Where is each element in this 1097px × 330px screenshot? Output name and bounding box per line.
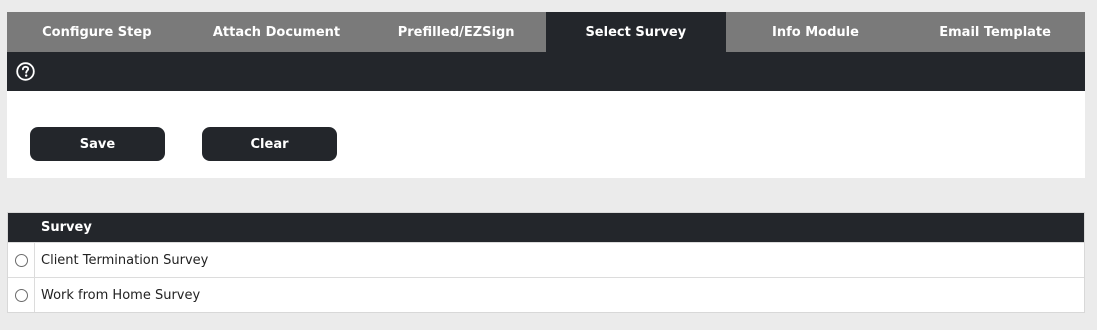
select-column-header [8, 213, 35, 242]
survey-table: Survey Client Termination Survey Work fr… [7, 212, 1085, 313]
tab-prefilled-ezsign[interactable]: Prefilled/EZSign [366, 12, 546, 52]
select-cell [8, 243, 35, 277]
tab-info-module[interactable]: Info Module [726, 12, 906, 52]
toolbar [7, 52, 1085, 91]
help-circle-icon[interactable] [16, 62, 35, 81]
survey-radio[interactable] [14, 253, 28, 267]
select-cell [8, 278, 35, 312]
survey-radio[interactable] [14, 288, 28, 302]
tab-bar: Configure Step Attach Document Prefilled… [7, 12, 1085, 52]
survey-name: Work from Home Survey [41, 287, 201, 303]
table-header: Survey [8, 213, 1084, 242]
survey-column-header[interactable]: Survey [35, 220, 92, 235]
tab-select-survey[interactable]: Select Survey [545, 12, 726, 52]
table-row[interactable]: Client Termination Survey [8, 242, 1084, 277]
survey-name: Client Termination Survey [41, 252, 209, 268]
save-button[interactable]: Save [30, 127, 165, 161]
tab-email-template[interactable]: Email Template [905, 12, 1085, 52]
clear-button[interactable]: Clear [202, 127, 337, 161]
tab-attach-document[interactable]: Attach Document [187, 12, 367, 52]
action-panel: Save Clear [7, 91, 1085, 178]
tab-configure-step[interactable]: Configure Step [7, 12, 187, 52]
table-row[interactable]: Work from Home Survey [8, 277, 1084, 312]
